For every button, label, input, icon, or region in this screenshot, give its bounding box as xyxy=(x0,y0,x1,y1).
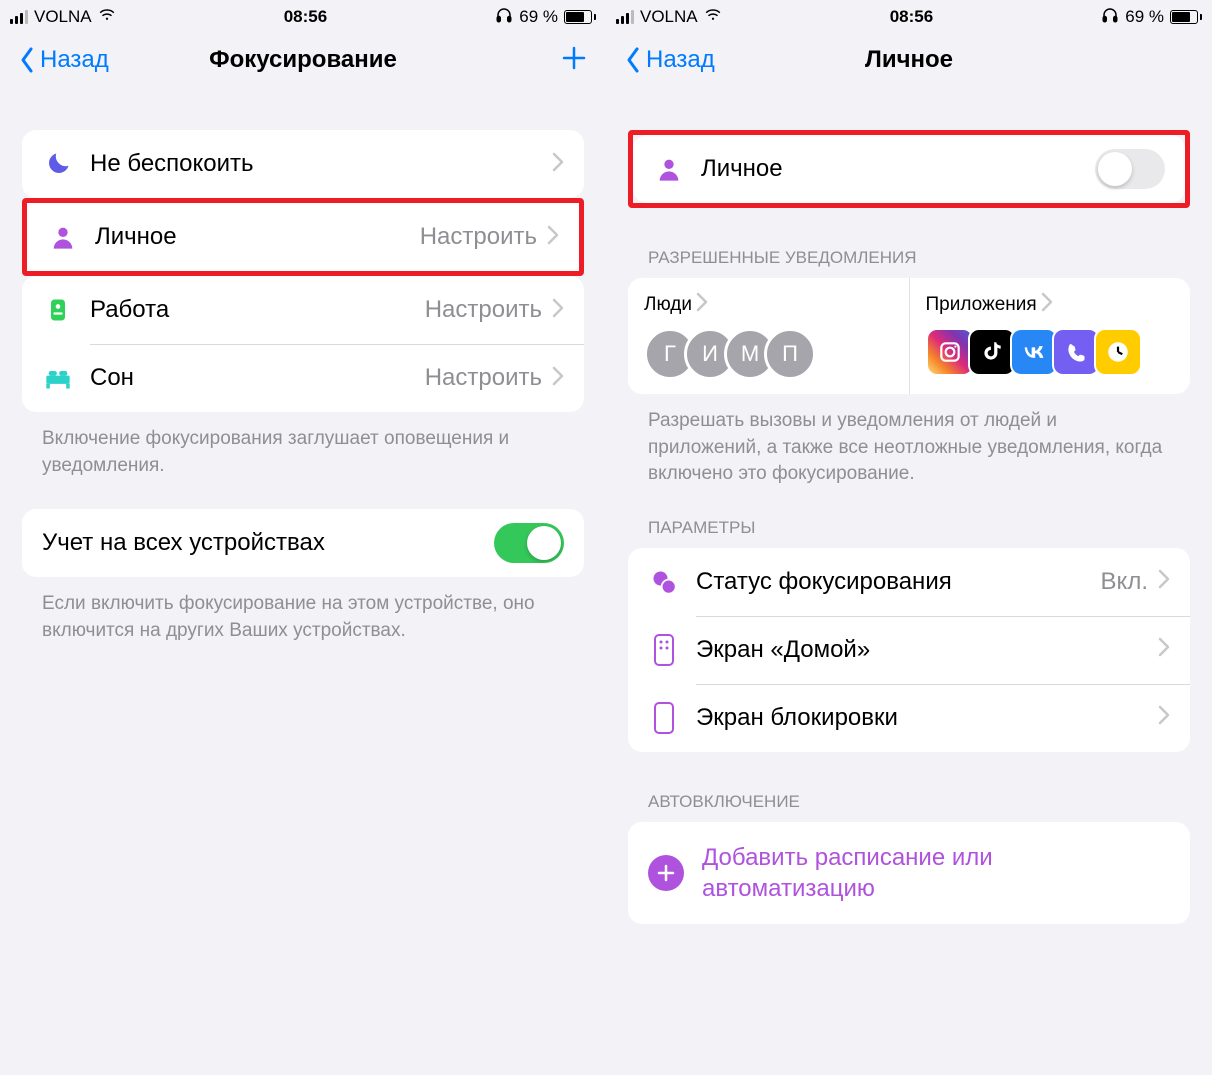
status-bar: VOLNA 08:56 69 % xyxy=(0,0,606,30)
add-schedule-row[interactable]: Добавить расписание или автоматизацию xyxy=(628,822,1190,924)
allowed-people-cell[interactable]: Люди Г И М П xyxy=(628,278,909,394)
signal-icon xyxy=(616,10,634,24)
apps-label: Приложения xyxy=(926,294,1037,316)
share-group: Учет на всех устройствах xyxy=(22,509,584,577)
avatar: П xyxy=(764,328,816,380)
share-toggle[interactable] xyxy=(494,523,564,563)
page-title: Фокусирование xyxy=(209,46,397,74)
highlight-box: Личное Настроить xyxy=(22,198,584,276)
chevron-right-icon xyxy=(1158,637,1170,662)
auto-header: АВТОВКЛЮЧЕНИЕ xyxy=(628,792,1190,822)
battery-icon xyxy=(1170,10,1202,24)
page-title: Личное xyxy=(865,46,953,74)
focus-row-dnd[interactable]: Не беспокоить xyxy=(22,130,584,198)
allowed-header: РАЗРЕШЕННЫЕ УВЕДОМЛЕНИЯ xyxy=(628,248,1190,278)
wifi-icon xyxy=(98,6,116,29)
battery-pct: 69 % xyxy=(1125,7,1164,27)
focus-row-sleep[interactable]: Сон Настроить xyxy=(22,344,584,412)
headphones-icon xyxy=(495,6,513,29)
battery-icon xyxy=(564,10,596,24)
wifi-icon xyxy=(704,6,722,29)
focus-status-icon xyxy=(648,566,680,598)
row-label: Учет на всех устройствах xyxy=(42,529,494,557)
allowed-apps-cell[interactable]: Приложения xyxy=(909,278,1191,394)
badge-icon xyxy=(42,294,74,326)
allowed-notifications-group: Люди Г И М П Приложения xyxy=(628,278,1190,394)
back-button[interactable]: Назад xyxy=(624,46,715,74)
row-label: Личное xyxy=(95,223,420,251)
chevron-right-icon xyxy=(547,225,559,250)
row-detail: Настроить xyxy=(425,296,542,324)
people-label: Люди xyxy=(644,294,692,316)
back-label: Назад xyxy=(646,46,715,74)
focus-footer-text: Включение фокусирования заглушает оповещ… xyxy=(22,412,584,479)
lock-screen-icon xyxy=(648,702,680,734)
home-screen-icon xyxy=(648,634,680,666)
row-label: Статус фокусирования xyxy=(696,568,1101,596)
signal-icon xyxy=(10,10,28,24)
vk-icon xyxy=(1010,328,1058,376)
lock-screen-row[interactable]: Экран блокировки xyxy=(628,684,1190,752)
headphones-icon xyxy=(1101,6,1119,29)
row-label: Работа xyxy=(90,296,425,324)
chevron-right-icon xyxy=(1158,569,1170,594)
people-avatars: Г И М П xyxy=(644,328,893,380)
carrier-label: VOLNA xyxy=(34,7,92,27)
carrier-label: VOLNA xyxy=(640,7,698,27)
row-label: Не беспокоить xyxy=(90,150,552,178)
phone-right: VOLNA 08:56 69 % Назад Личное xyxy=(606,0,1212,1075)
clock-icon xyxy=(1094,328,1142,376)
viber-icon xyxy=(1052,328,1100,376)
status-time: 08:56 xyxy=(890,7,933,27)
chevron-right-icon xyxy=(552,298,564,323)
add-button[interactable] xyxy=(560,44,588,77)
status-bar: VOLNA 08:56 69 % xyxy=(606,0,1212,30)
personal-toggle-row: Личное xyxy=(633,135,1185,203)
row-detail: Настроить xyxy=(425,364,542,392)
home-screen-row[interactable]: Экран «Домой» xyxy=(628,616,1190,684)
row-detail: Настроить xyxy=(420,223,537,251)
battery-pct: 69 % xyxy=(519,7,558,27)
status-time: 08:56 xyxy=(284,7,327,27)
person-icon xyxy=(47,221,79,253)
app-icons xyxy=(926,328,1175,376)
back-button[interactable]: Назад xyxy=(18,46,109,74)
chevron-right-icon xyxy=(1041,292,1053,318)
chevron-right-icon xyxy=(552,152,564,177)
tiktok-icon xyxy=(968,328,1016,376)
params-header: ПАРАМЕТРЫ xyxy=(628,518,1190,548)
params-group: Статус фокусирования Вкл. Экран «Домой» … xyxy=(628,548,1190,752)
personal-toggle[interactable] xyxy=(1095,149,1165,189)
nav-bar: Назад Личное xyxy=(606,30,1212,90)
focus-modes-group-cont: Работа Настроить Сон Настроить xyxy=(22,276,584,412)
focus-modes-group: Не беспокоить xyxy=(22,130,584,198)
allowed-footer-text: Разрешать вызовы и уведомления от людей … xyxy=(628,394,1190,488)
chevron-right-icon xyxy=(1158,705,1170,730)
person-icon xyxy=(653,153,685,185)
instagram-icon xyxy=(926,328,974,376)
back-label: Назад xyxy=(40,46,109,74)
nav-bar: Назад Фокусирование xyxy=(0,30,606,90)
row-detail: Вкл. xyxy=(1101,568,1148,596)
phone-left: VOLNA 08:56 69 % Назад Фокусирование xyxy=(0,0,606,1075)
add-schedule-text: Добавить расписание или автоматизацию xyxy=(702,842,1170,904)
bed-icon xyxy=(42,362,74,394)
moon-icon xyxy=(42,148,74,180)
focus-row-personal[interactable]: Личное Настроить xyxy=(27,203,579,271)
focus-status-row[interactable]: Статус фокусирования Вкл. xyxy=(628,548,1190,616)
focus-row-work[interactable]: Работа Настроить xyxy=(22,276,584,344)
share-across-devices-row: Учет на всех устройствах xyxy=(22,509,584,577)
row-label: Личное xyxy=(701,155,1095,183)
row-label: Экран блокировки xyxy=(696,704,1158,732)
chevron-right-icon xyxy=(696,292,708,318)
row-label: Экран «Домой» xyxy=(696,636,1158,664)
auto-group: Добавить расписание или автоматизацию xyxy=(628,822,1190,924)
chevron-right-icon xyxy=(552,366,564,391)
plus-circle-icon xyxy=(648,855,684,891)
row-label: Сон xyxy=(90,364,425,392)
highlight-box: Личное xyxy=(628,130,1190,208)
share-footer-text: Если включить фокусирование на этом устр… xyxy=(22,577,584,644)
